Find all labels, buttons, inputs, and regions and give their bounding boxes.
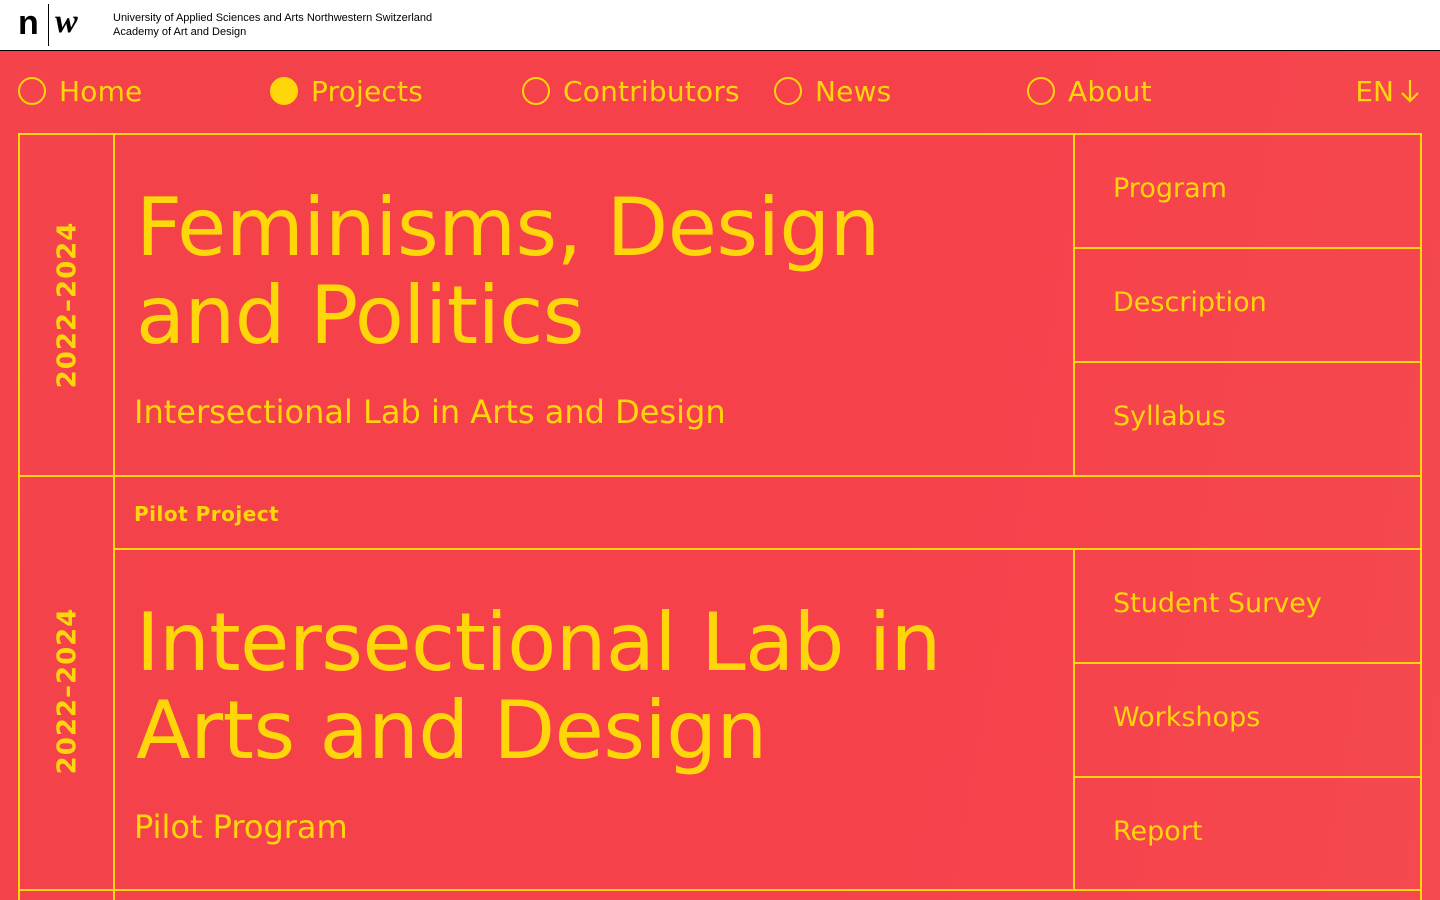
project-divider xyxy=(20,889,1422,891)
circle-icon xyxy=(18,77,46,105)
tag-row-divider xyxy=(115,548,1422,550)
nav-news[interactable]: News xyxy=(774,71,891,111)
nav-home[interactable]: Home xyxy=(18,71,143,111)
link-divider xyxy=(1075,361,1422,363)
logo-letter-w: w xyxy=(55,3,78,40)
arrow-down-icon xyxy=(1401,80,1419,103)
institution-name: University of Applied Sciences and Arts … xyxy=(113,11,432,39)
link-divider xyxy=(1075,247,1422,249)
nav-news-label: News xyxy=(815,74,892,108)
links-column-divider xyxy=(1073,135,1075,476)
project-title-line-2: and Politics xyxy=(136,269,584,362)
links-column-divider xyxy=(1073,549,1075,890)
main-content: Home Projects Contributors News About EN… xyxy=(0,51,1440,900)
logo-divider xyxy=(48,4,49,46)
circle-icon xyxy=(1027,77,1055,105)
link-student-survey[interactable]: Student Survey xyxy=(1113,588,1322,619)
filled-circle-icon xyxy=(270,77,298,105)
language-switcher[interactable]: EN xyxy=(1355,71,1420,111)
institution-line-2: Academy of Art and Design xyxy=(113,26,247,38)
nav-projects[interactable]: Projects xyxy=(270,71,423,111)
project-divider xyxy=(20,475,1422,477)
institution-header: n w University of Applied Sciences and A… xyxy=(0,0,1440,51)
project-title-line-1: Feminisms, Design xyxy=(136,181,880,274)
project-years-label: 2022–2024 xyxy=(52,221,83,389)
circle-icon xyxy=(522,77,550,105)
link-report[interactable]: Report xyxy=(1113,816,1203,847)
circle-icon xyxy=(774,77,802,105)
project-subtitle: Pilot Program xyxy=(134,808,348,846)
project-title-line-1: Intersectional Lab in xyxy=(136,596,941,689)
logo-letter-n: n xyxy=(18,4,39,42)
project-title-line-2: Arts and Design xyxy=(136,684,767,777)
link-workshops[interactable]: Workshops xyxy=(1113,702,1260,733)
nav-projects-label: Projects xyxy=(311,74,423,108)
link-syllabus[interactable]: Syllabus xyxy=(1113,401,1226,432)
institution-line-1: University of Applied Sciences and Arts … xyxy=(113,12,433,24)
project-tag: Pilot Project xyxy=(134,502,280,526)
project-years: 2022–2024 xyxy=(20,571,114,811)
project-subtitle: Intersectional Lab in Arts and Design xyxy=(134,393,726,431)
link-divider xyxy=(1075,776,1422,778)
nav-about-label: About xyxy=(1068,74,1152,108)
nav-about[interactable]: About xyxy=(1027,71,1152,111)
link-program[interactable]: Program xyxy=(1113,173,1227,204)
project-years-label: 2022–2024 xyxy=(52,607,83,775)
nav-contributors[interactable]: Contributors xyxy=(522,71,740,111)
project-years: 2022–2024 xyxy=(20,189,114,421)
language-label: EN xyxy=(1355,74,1394,108)
link-description[interactable]: Description xyxy=(1113,287,1267,318)
nav-contributors-label: Contributors xyxy=(563,74,740,108)
link-divider xyxy=(1075,662,1422,664)
nav-home-label: Home xyxy=(59,74,143,108)
